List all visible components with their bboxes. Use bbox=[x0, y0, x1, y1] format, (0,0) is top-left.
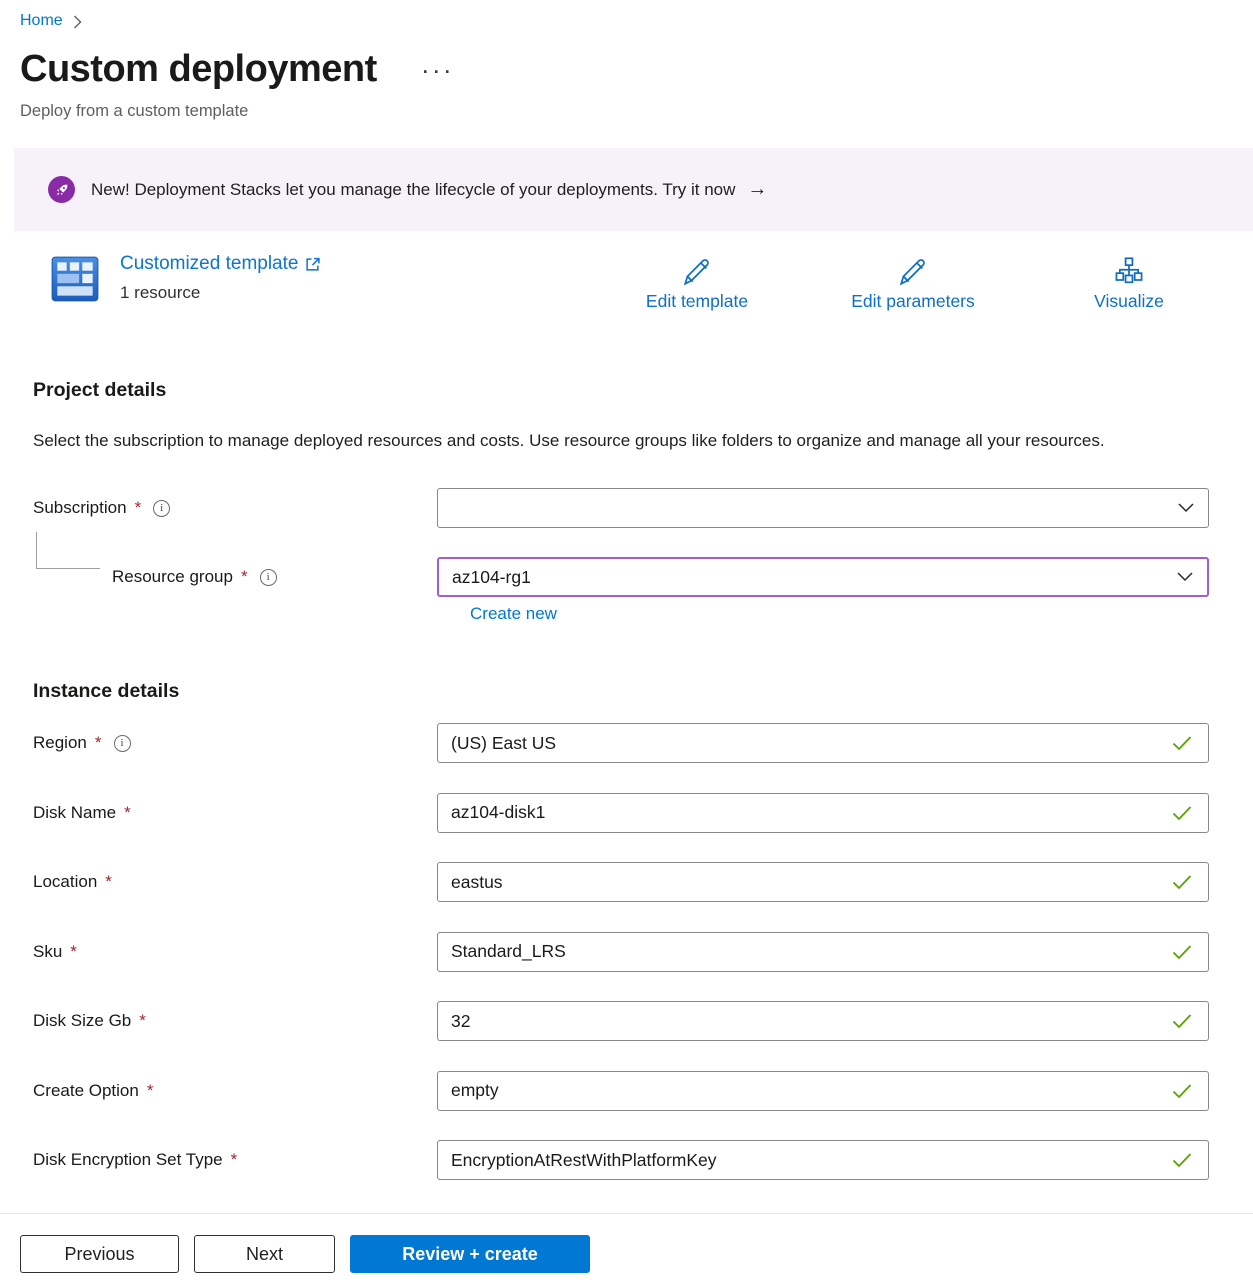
disk-encryption-set-type-value: EncryptionAtRestWithPlatformKey bbox=[451, 1150, 717, 1171]
chevron-down-icon bbox=[1178, 503, 1194, 513]
disk-name-label: Disk Name* bbox=[0, 803, 437, 823]
create-option-row: Create Option* empty bbox=[0, 1071, 1253, 1111]
page-subtitle: Deploy from a custom template bbox=[20, 100, 1253, 122]
edit-parameters-label: Edit parameters bbox=[851, 291, 975, 312]
breadcrumb: Home bbox=[0, 0, 1253, 32]
resource-group-value: az104-rg1 bbox=[452, 567, 531, 588]
disk-name-input[interactable]: az104-disk1 bbox=[437, 793, 1209, 833]
edit-template-label: Edit template bbox=[646, 291, 748, 312]
visualize-button[interactable]: Visualize bbox=[1021, 251, 1237, 325]
create-new-link[interactable]: Create new bbox=[470, 604, 557, 624]
valid-check-icon bbox=[1172, 875, 1192, 890]
breadcrumb-home-link[interactable]: Home bbox=[20, 12, 63, 30]
external-link-icon bbox=[305, 257, 320, 272]
edit-parameters-button[interactable]: Edit parameters bbox=[805, 251, 1021, 325]
disk-encryption-set-type-label: Disk Encryption Set Type* bbox=[0, 1150, 437, 1170]
region-row: Region* (US) East US bbox=[0, 723, 1253, 763]
info-icon[interactable] bbox=[153, 500, 170, 517]
resource-count: 1 resource bbox=[120, 283, 320, 303]
banner-message[interactable]: New! Deployment Stacks let you manage th… bbox=[91, 180, 735, 200]
project-details-description: Select the subscription to manage deploy… bbox=[33, 425, 1183, 456]
region-value: (US) East US bbox=[451, 733, 556, 754]
info-icon[interactable] bbox=[260, 569, 277, 586]
sku-input[interactable]: Standard_LRS bbox=[437, 932, 1209, 972]
valid-check-icon bbox=[1172, 805, 1192, 820]
disk-size-input[interactable]: 32 bbox=[437, 1001, 1209, 1041]
disk-name-value: az104-disk1 bbox=[451, 802, 545, 823]
disk-encryption-set-type-row: Disk Encryption Set Type* EncryptionAtRe… bbox=[0, 1140, 1253, 1180]
region-label: Region* bbox=[0, 733, 437, 753]
project-details-heading: Project details bbox=[33, 377, 1253, 403]
disk-size-label: Disk Size Gb* bbox=[0, 1011, 437, 1031]
create-option-value: empty bbox=[451, 1080, 499, 1101]
resource-group-connector-line bbox=[36, 532, 100, 569]
page-title: Custom deployment bbox=[20, 46, 377, 92]
wizard-footer: Previous Next Review + create bbox=[0, 1213, 1253, 1280]
sku-row: Sku* Standard_LRS bbox=[0, 932, 1253, 972]
more-options-icon[interactable]: ··· bbox=[423, 62, 456, 83]
create-option-label: Create Option* bbox=[0, 1081, 437, 1101]
region-input[interactable]: (US) East US bbox=[437, 723, 1209, 763]
resource-group-row: Resource group* az104-rg1 bbox=[0, 557, 1253, 597]
customized-template-link[interactable]: Customized template bbox=[120, 251, 320, 275]
review-create-button[interactable]: Review + create bbox=[350, 1235, 590, 1273]
chevron-down-icon bbox=[1177, 572, 1193, 582]
disk-encryption-set-type-input[interactable]: EncryptionAtRestWithPlatformKey bbox=[437, 1140, 1209, 1180]
subscription-label: Subscription* bbox=[0, 498, 437, 518]
create-option-input[interactable]: empty bbox=[437, 1071, 1209, 1111]
info-icon[interactable] bbox=[114, 735, 131, 752]
valid-check-icon bbox=[1172, 736, 1192, 751]
visualize-label: Visualize bbox=[1094, 291, 1164, 312]
instance-details-heading: Instance details bbox=[33, 678, 1253, 704]
valid-check-icon bbox=[1172, 944, 1192, 959]
valid-check-icon bbox=[1172, 1014, 1192, 1029]
resource-group-dropdown[interactable]: az104-rg1 bbox=[437, 557, 1209, 597]
next-button[interactable]: Next bbox=[194, 1235, 335, 1273]
pencil-icon bbox=[897, 256, 929, 288]
location-label: Location* bbox=[0, 872, 437, 892]
sku-label: Sku* bbox=[0, 942, 437, 962]
location-value: eastus bbox=[451, 872, 503, 893]
valid-check-icon bbox=[1172, 1083, 1192, 1098]
visualize-icon bbox=[1113, 256, 1145, 288]
customized-template-label: Customized template bbox=[120, 253, 298, 275]
template-icon bbox=[50, 253, 100, 305]
deployment-stacks-banner[interactable]: New! Deployment Stacks let you manage th… bbox=[14, 148, 1253, 231]
sku-value: Standard_LRS bbox=[451, 941, 566, 962]
location-input[interactable]: eastus bbox=[437, 862, 1209, 902]
disk-size-value: 32 bbox=[451, 1011, 470, 1032]
pencil-icon bbox=[681, 256, 713, 288]
valid-check-icon bbox=[1172, 1153, 1192, 1168]
location-row: Location* eastus bbox=[0, 862, 1253, 902]
edit-template-button[interactable]: Edit template bbox=[589, 251, 805, 325]
subscription-row: Subscription* bbox=[0, 488, 1253, 528]
rocket-icon bbox=[48, 176, 75, 203]
arrow-right-icon[interactable]: → bbox=[747, 178, 767, 201]
resource-group-label: Resource group* bbox=[0, 567, 437, 587]
previous-button[interactable]: Previous bbox=[20, 1235, 179, 1273]
subscription-dropdown[interactable] bbox=[437, 488, 1209, 528]
breadcrumb-chevron-icon bbox=[73, 15, 82, 29]
disk-size-row: Disk Size Gb* 32 bbox=[0, 1001, 1253, 1041]
disk-name-row: Disk Name* az104-disk1 bbox=[0, 793, 1253, 833]
